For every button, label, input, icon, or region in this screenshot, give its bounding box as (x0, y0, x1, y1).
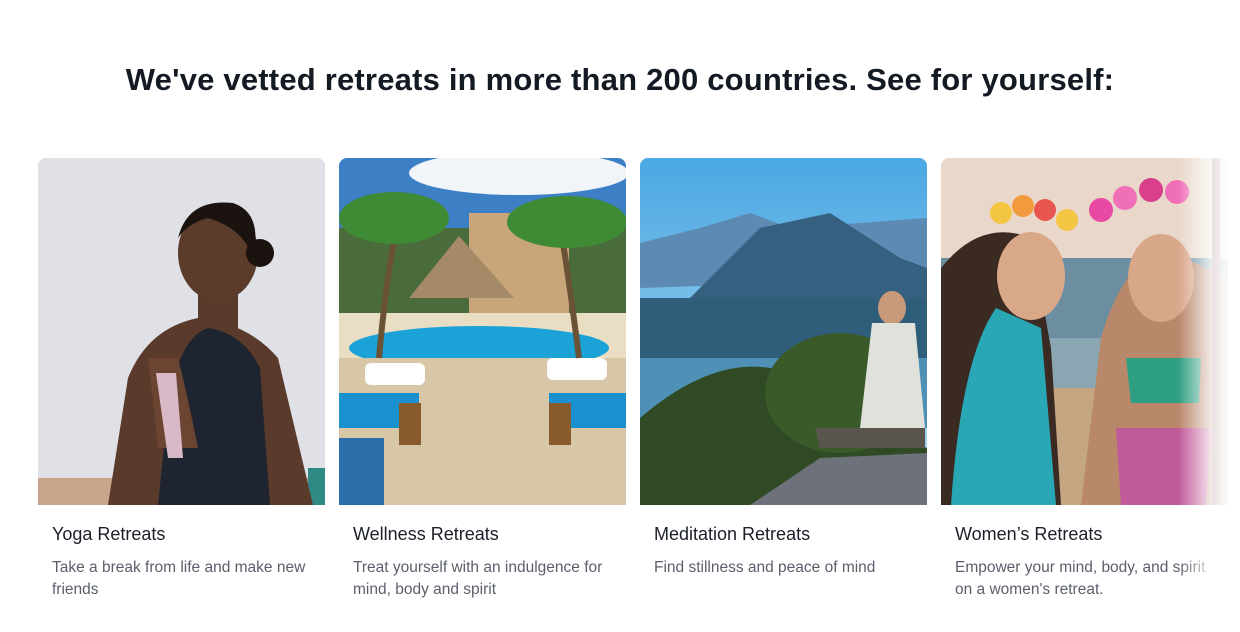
card-description: Take a break from life and make new frie… (52, 559, 306, 598)
retreat-card-yoga[interactable]: Yoga Retreats Take a break from life and… (38, 158, 325, 601)
card-title[interactable]: Meditation Retreats (640, 524, 927, 545)
card-title[interactable]: Yoga Retreats (38, 524, 325, 545)
carousel-edge-fade (1178, 158, 1240, 632)
card-title[interactable]: Wellness Retreats (339, 524, 626, 545)
card-description: Treat yourself with an indulgence for mi… (353, 559, 603, 598)
wellness-retreat-image[interactable] (339, 158, 626, 505)
section-heading: We've vetted retreats in more than 200 c… (125, 62, 1115, 97)
meditation-retreat-image[interactable] (640, 158, 927, 505)
retreat-card-wellness[interactable]: Wellness Retreats Treat yourself with an… (339, 158, 626, 601)
retreat-carousel[interactable]: Yoga Retreats Take a break from life and… (0, 158, 1240, 632)
card-description: Find stillness and peace of mind (654, 559, 876, 576)
carousel-track: Yoga Retreats Take a break from life and… (38, 158, 1228, 601)
yoga-retreat-image[interactable] (38, 158, 325, 505)
retreat-card-meditation[interactable]: Meditation Retreats Find stillness and p… (640, 158, 927, 601)
